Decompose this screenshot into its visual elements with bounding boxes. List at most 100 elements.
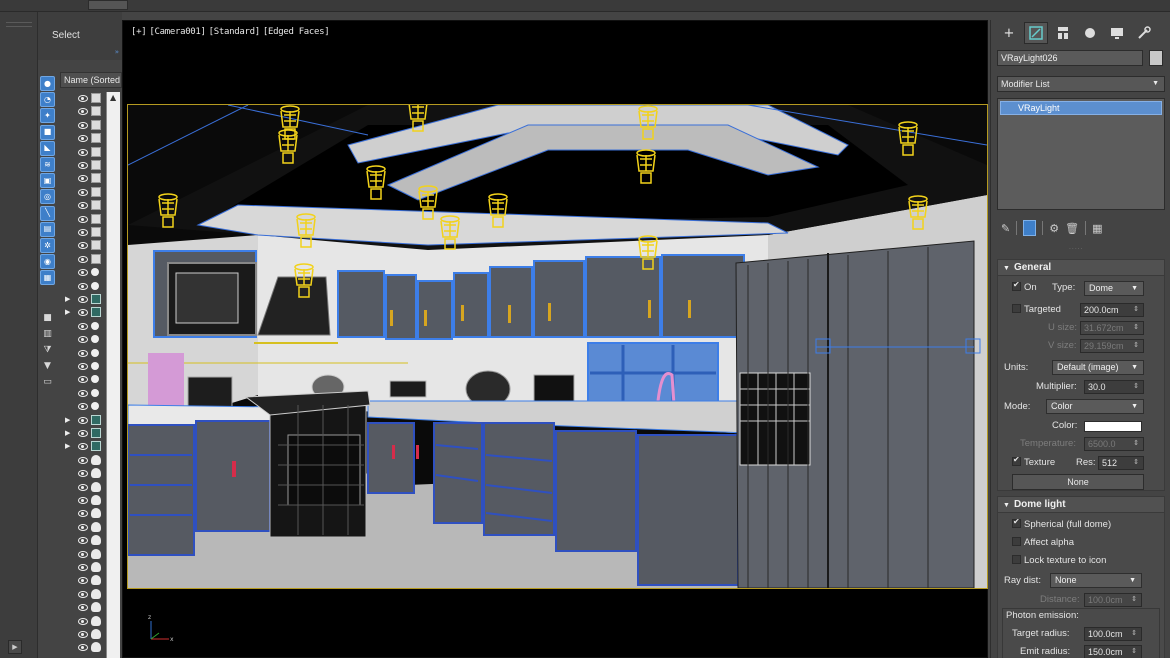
visibility-eye-icon[interactable] xyxy=(78,590,88,598)
visibility-eye-icon[interactable] xyxy=(78,430,88,437)
visibility-eye-icon[interactable] xyxy=(78,255,88,263)
visibility-eye-icon[interactable] xyxy=(78,95,88,102)
scene-list-row[interactable] xyxy=(60,534,110,547)
scene-list-row[interactable] xyxy=(60,172,110,185)
visibility-eye-icon[interactable] xyxy=(78,135,88,143)
object-color-swatch[interactable] xyxy=(1149,50,1163,66)
scene-list-row[interactable] xyxy=(60,105,110,118)
scene-list-row[interactable]: ▶ xyxy=(60,306,110,319)
visibility-eye-icon[interactable] xyxy=(78,188,88,196)
scene-list-row[interactable] xyxy=(60,494,110,507)
object-name-field[interactable]: VRayLight026 xyxy=(997,50,1143,66)
visibility-eye-icon[interactable] xyxy=(78,215,88,223)
light-color-swatch[interactable] xyxy=(1084,421,1142,432)
container-icon[interactable]: ▤ xyxy=(40,221,55,237)
texture-checkbox[interactable]: Texture xyxy=(1012,455,1055,468)
target-distance-spinner[interactable]: 200.0cm ⇕ xyxy=(1080,303,1144,317)
particle-icon[interactable]: ✲ xyxy=(40,238,55,253)
lock-texture-checkbox[interactable]: Lock texture to icon xyxy=(1012,555,1106,566)
visibility-eye-icon[interactable] xyxy=(78,631,88,638)
visibility-eye-icon[interactable] xyxy=(78,510,88,518)
scene-list-row[interactable] xyxy=(60,601,110,614)
viewport-camera-menu[interactable]: [Camera001] xyxy=(149,27,206,37)
scene-list-row[interactable] xyxy=(60,387,110,400)
scene-list-row[interactable] xyxy=(60,481,110,494)
visibility-eye-icon[interactable] xyxy=(78,349,88,357)
visibility-eye-icon[interactable] xyxy=(78,175,88,183)
visibility-eye-icon[interactable] xyxy=(78,296,88,303)
utilities-icon[interactable] xyxy=(1132,22,1156,44)
scene-list-row[interactable] xyxy=(60,280,110,293)
scene-list-row[interactable] xyxy=(60,360,110,373)
properties-icon[interactable]: ▥ xyxy=(40,327,55,342)
viewport-display-menu[interactable]: [Edged Faces] xyxy=(263,27,330,37)
spacewarp-icon[interactable]: ≋ xyxy=(40,157,55,172)
visibility-eye-icon[interactable] xyxy=(78,121,88,129)
viewport-shading-menu[interactable]: [Standard] xyxy=(209,27,260,37)
visibility-eye-icon[interactable] xyxy=(78,229,88,236)
spinner-arrows-icon[interactable]: ⇕ xyxy=(1131,646,1137,658)
name-column-header[interactable]: Name (Sorted Ascending) xyxy=(60,72,122,88)
remove-modifier-icon[interactable]: 🗑 xyxy=(1065,222,1079,235)
dock-grip[interactable] xyxy=(6,26,32,27)
camera-icon[interactable]: ■ xyxy=(40,124,55,140)
spherical-checkbox[interactable]: Spherical (full dome) xyxy=(1012,517,1111,530)
viewport-label[interactable]: [+] [Camera001] [Standard] [Edged Faces] xyxy=(131,27,332,37)
scene-list-row[interactable]: ▶ xyxy=(60,414,110,427)
dock-grip[interactable] xyxy=(6,22,32,23)
visibility-eye-icon[interactable] xyxy=(78,148,88,156)
lock-texture-check-box[interactable] xyxy=(1012,555,1021,564)
teapot-icon[interactable]: ◔ xyxy=(40,92,55,108)
texture-check-box[interactable] xyxy=(1012,455,1021,466)
create-icon[interactable]: + xyxy=(997,22,1021,44)
filter-icon[interactable]: ⧩ xyxy=(40,343,55,358)
visibility-eye-icon[interactable] xyxy=(78,604,88,612)
res-spinner[interactable]: 512 ⇕ xyxy=(1098,456,1144,470)
helper-icon[interactable]: ◣ xyxy=(40,140,55,156)
visibility-eye-icon[interactable] xyxy=(78,322,88,330)
visibility-eye-icon[interactable] xyxy=(78,282,88,290)
scene-list-row[interactable] xyxy=(60,132,110,145)
scene-list-row[interactable] xyxy=(60,400,110,413)
scene-list-row[interactable]: ▶ xyxy=(60,427,110,440)
scene-list-row[interactable] xyxy=(60,92,110,105)
on-checkbox[interactable]: On xyxy=(1012,280,1037,293)
scene-list-row[interactable] xyxy=(60,266,110,279)
visibility-eye-icon[interactable] xyxy=(78,537,88,545)
affect-alpha-check-box[interactable] xyxy=(1012,537,1021,546)
xref-icon[interactable]: ◎ xyxy=(40,189,55,205)
modify-icon[interactable] xyxy=(1024,22,1048,44)
scene-list-row[interactable] xyxy=(60,213,110,226)
visibility-eye-icon[interactable] xyxy=(78,403,88,411)
scene-list-row[interactable] xyxy=(60,159,110,172)
spinner-arrows-icon[interactable]: ⇕ xyxy=(1133,381,1139,393)
spinner-arrows-icon[interactable]: ⇕ xyxy=(1133,304,1139,316)
visibility-eye-icon[interactable] xyxy=(78,389,88,397)
visibility-eye-icon[interactable] xyxy=(78,269,88,277)
show-end-result-icon[interactable] xyxy=(1023,220,1037,236)
scene-list-row[interactable] xyxy=(60,454,110,467)
scene-list-row[interactable] xyxy=(60,373,110,386)
viewport-menu-plus[interactable]: [+] xyxy=(131,27,147,37)
box-icon[interactable]: ■ xyxy=(40,311,55,326)
scene-list-row[interactable] xyxy=(60,347,110,360)
visibility-eye-icon[interactable] xyxy=(78,443,88,451)
dome-rollout-header[interactable]: ▼ Dome light xyxy=(998,497,1164,513)
display-icon[interactable]: ◉ xyxy=(40,254,55,270)
scene-list-row[interactable] xyxy=(60,628,110,641)
scene-object-list[interactable]: ▶ ▶ ▶ ▶ ▶ xyxy=(60,88,110,658)
scene-list-row[interactable] xyxy=(60,226,110,239)
expand-arrow-icon[interactable]: ▶ xyxy=(65,416,70,424)
visibility-eye-icon[interactable] xyxy=(78,497,88,504)
visibility-eye-icon[interactable] xyxy=(78,470,88,478)
scene-list-row[interactable] xyxy=(60,615,110,628)
ray-dist-dropdown[interactable]: None ▼ xyxy=(1050,573,1142,588)
mode-dropdown[interactable]: Color ▼ xyxy=(1046,399,1144,414)
scene-list-row[interactable] xyxy=(60,253,110,266)
camera-viewport[interactable]: [+][Camera001][Standard][Edged Faces] xyxy=(122,20,988,658)
affect-alpha-checkbox[interactable]: Affect alpha xyxy=(1012,537,1074,548)
scene-list-row[interactable] xyxy=(60,119,110,132)
scene-list-row[interactable] xyxy=(60,548,110,561)
visibility-eye-icon[interactable] xyxy=(78,162,88,169)
scene-list-row[interactable] xyxy=(60,320,110,333)
